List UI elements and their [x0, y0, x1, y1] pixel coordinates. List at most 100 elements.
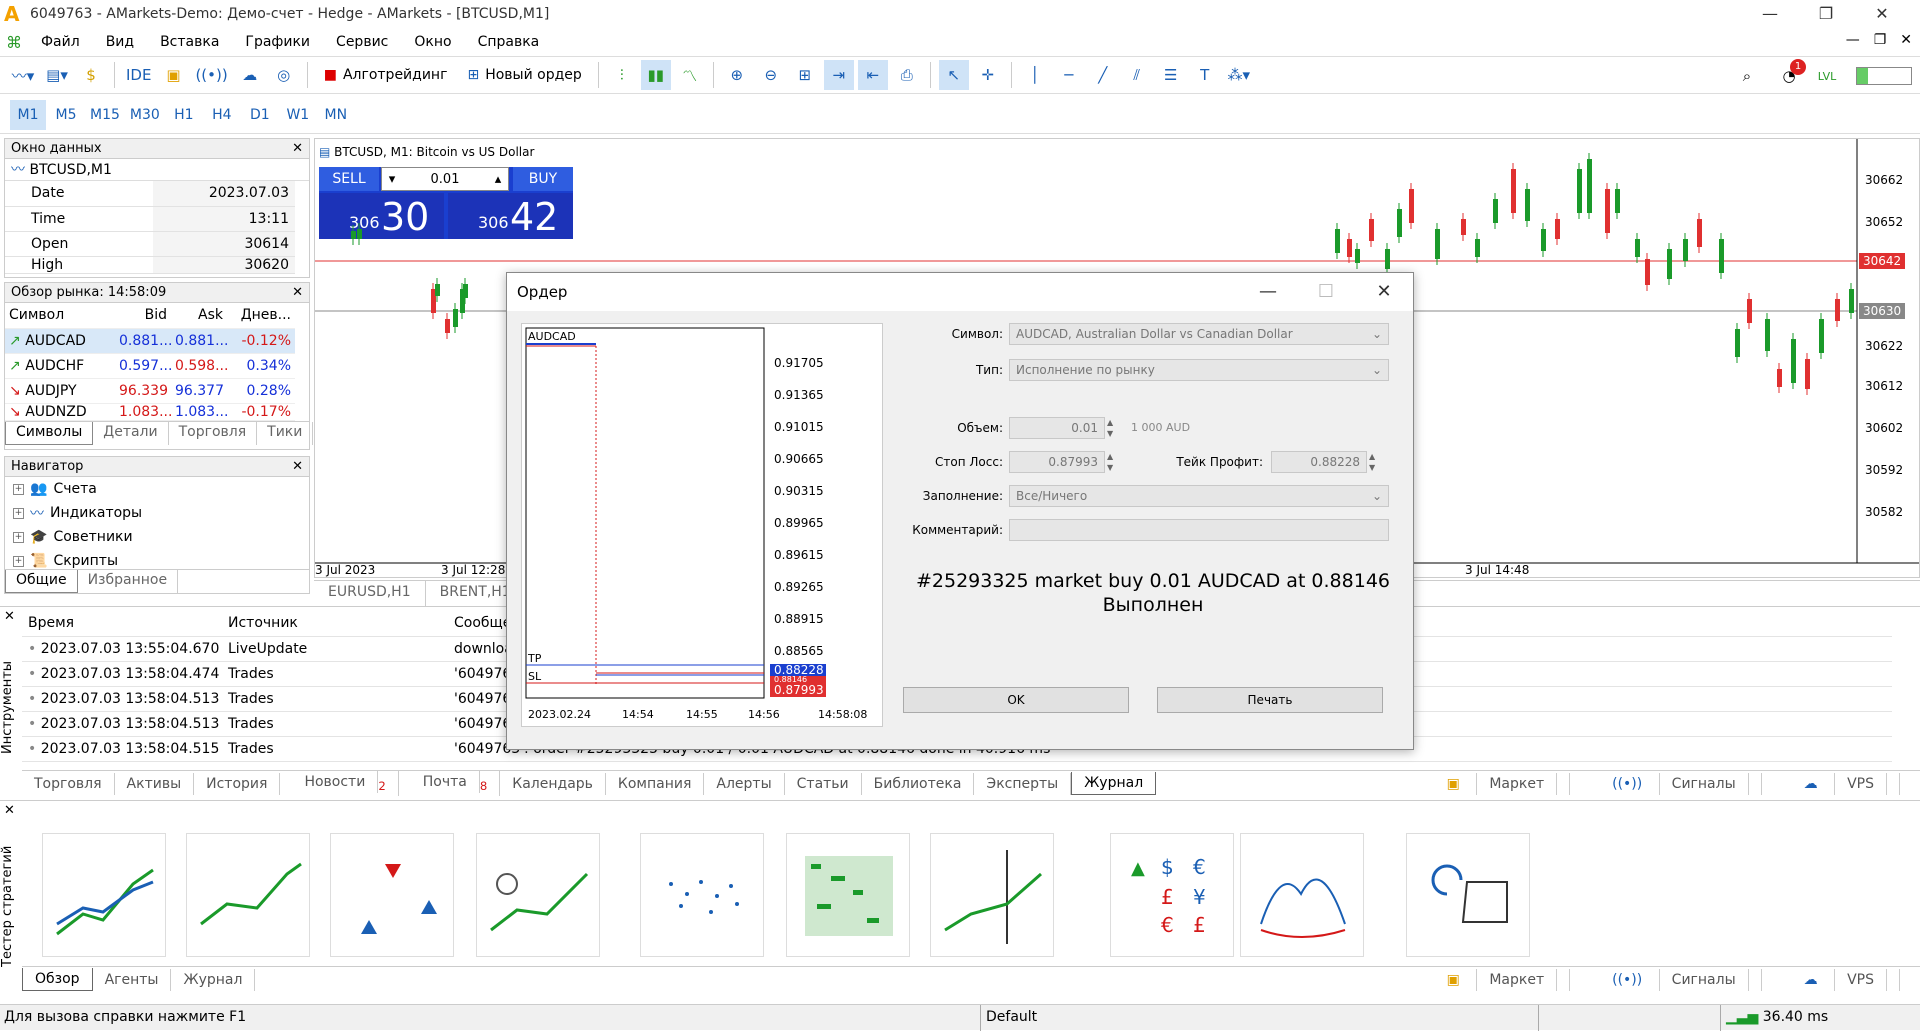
tester-card-symbols[interactable]: ▲ $ € £ ¥ € £	[1110, 833, 1234, 957]
tf-h4[interactable]: H4	[204, 100, 240, 130]
table-row[interactable]: ↘ AUDJPY 96.339 96.377 0.28%	[5, 378, 295, 404]
market-link[interactable]: ▣ Маркет	[1423, 968, 1571, 991]
close-icon[interactable]: ✕	[292, 139, 303, 159]
table-row[interactable]: ↘ AUDNZD 1.083... 1.083... -0.17%	[5, 403, 295, 421]
cloud-icon[interactable]: ☁	[235, 60, 265, 90]
zoom-out-icon[interactable]: ⊖	[756, 60, 786, 90]
signals-link[interactable]: ((•)) Сигналы	[1588, 968, 1762, 991]
zoom-in-icon[interactable]: ⊕	[722, 60, 752, 90]
horizontal-line-icon[interactable]: ─	[1054, 60, 1084, 90]
tab-symbols[interactable]: Символы	[5, 421, 94, 445]
signal-icon[interactable]: ((•))	[192, 60, 230, 90]
chart-type-icon[interactable]: 〰▾	[8, 60, 38, 90]
tab-favorites[interactable]: Избранное	[78, 570, 179, 593]
tab-company[interactable]: Компания	[606, 772, 705, 795]
close-icon[interactable]: ✕	[4, 609, 15, 624]
tab-articles[interactable]: Статьи	[785, 772, 862, 795]
expand-icon[interactable]: +	[13, 507, 24, 519]
tab-agents[interactable]: Агенты	[93, 968, 172, 991]
tab-trade[interactable]: Торговля	[22, 772, 115, 795]
ok-button[interactable]: OK	[903, 687, 1129, 713]
channel-icon[interactable]: ⫽	[1122, 60, 1152, 90]
tf-m5[interactable]: M5	[48, 100, 84, 130]
tester-card-open[interactable]	[1406, 833, 1530, 957]
menu-tools[interactable]: Сервис	[323, 34, 401, 50]
close-icon[interactable]: ✕	[1854, 0, 1910, 28]
tester-card-stress[interactable]	[476, 833, 600, 957]
cursor-icon[interactable]: ↖	[938, 60, 969, 90]
signals-link[interactable]: ((•)) Сигналы	[1588, 772, 1762, 795]
dollar-icon[interactable]: $	[76, 60, 106, 90]
tf-h1[interactable]: H1	[166, 100, 202, 130]
line-icon[interactable]: 〽	[675, 60, 705, 90]
tab-alerts[interactable]: Алерты	[704, 772, 785, 795]
tester-card-visual[interactable]	[330, 833, 454, 957]
mdi-close-icon[interactable]: ✕	[1900, 32, 1912, 48]
tab-experts[interactable]: Эксперты	[974, 772, 1072, 795]
restore-icon[interactable]: ❐	[1798, 0, 1854, 28]
close-icon[interactable]: ✕	[292, 283, 303, 303]
close-icon[interactable]: ✕	[292, 457, 303, 477]
templates-icon[interactable]: ▤▾	[42, 60, 72, 90]
tester-card-forward[interactable]	[930, 833, 1054, 957]
market-link[interactable]: ▣ Маркет	[1423, 772, 1571, 795]
screenshot-icon[interactable]: ⎙	[892, 60, 922, 90]
tf-mn[interactable]: MN	[318, 100, 354, 130]
tab-mail[interactable]: Почта 8	[399, 771, 501, 796]
tab-details[interactable]: Детали	[93, 421, 169, 445]
bars-icon[interactable]: ⫶	[607, 60, 637, 90]
vps-link[interactable]: ☁ VPS	[1780, 772, 1900, 795]
grid-icon[interactable]: ⊞	[790, 60, 820, 90]
text-icon[interactable]: T	[1190, 60, 1220, 90]
chart-shift-icon[interactable]: ⇤	[857, 60, 888, 90]
nav-item-indicators[interactable]: + 〰 Индикаторы	[5, 501, 309, 525]
tester-card-single[interactable]	[42, 833, 166, 957]
vps-link[interactable]: ☁ VPS	[1780, 968, 1900, 991]
minimize-icon[interactable]: —	[1742, 0, 1798, 28]
menu-view[interactable]: Вид	[93, 34, 147, 50]
candles-icon[interactable]: ▮▮	[640, 60, 671, 90]
tester-card-3d[interactable]	[1240, 833, 1364, 957]
expand-icon[interactable]: +	[13, 531, 24, 543]
mdi-minimize-icon[interactable]: —	[1846, 32, 1860, 48]
nav-item-experts[interactable]: + 🎓 Советники	[5, 525, 309, 549]
tab-calendar[interactable]: Календарь	[500, 772, 606, 795]
print-button[interactable]: Печать	[1157, 687, 1383, 713]
algo-trading-button[interactable]: ■ Алготрейдинг	[316, 60, 456, 90]
close-icon[interactable]: ✕	[1355, 273, 1413, 311]
table-row[interactable]: ↗ AUDCHF 0.597... 0.598... 0.34%	[5, 353, 295, 379]
tester-card-math[interactable]	[640, 833, 764, 957]
tab-library[interactable]: Библиотека	[862, 772, 975, 795]
vertical-line-icon[interactable]: │	[1020, 60, 1050, 90]
tester-card-optimization[interactable]	[786, 833, 910, 957]
menu-window[interactable]: Окно	[401, 34, 464, 50]
mdi-restore-icon[interactable]: ❐	[1874, 32, 1887, 48]
fibo-icon[interactable]: ☰	[1156, 60, 1186, 90]
vps-icon[interactable]: ◎	[269, 60, 299, 90]
close-icon[interactable]: ✕	[4, 803, 15, 818]
search-icon[interactable]: ⌕	[1732, 61, 1762, 91]
trendline-icon[interactable]: ╱	[1088, 60, 1118, 90]
tab-ticks[interactable]: Тики	[257, 421, 314, 445]
tf-d1[interactable]: D1	[242, 100, 278, 130]
tab-overview[interactable]: Обзор	[22, 968, 93, 991]
tf-m1[interactable]: M1	[10, 99, 46, 130]
shapes-icon[interactable]: ⁂▾	[1224, 60, 1254, 90]
tab-assets[interactable]: Активы	[115, 772, 195, 795]
tab-history[interactable]: История	[194, 772, 281, 795]
menu-charts[interactable]: Графики	[232, 34, 323, 50]
bag-icon[interactable]: ▣	[158, 60, 188, 90]
tab-common[interactable]: Общие	[5, 570, 78, 593]
ide-button[interactable]: IDE	[123, 60, 154, 90]
tester-card-indicators[interactable]	[186, 833, 310, 957]
menu-insert[interactable]: Вставка	[147, 34, 232, 50]
tab-tester-journal[interactable]: Журнал	[171, 968, 256, 991]
tf-m15[interactable]: M15	[86, 100, 124, 130]
new-order-button[interactable]: ⊞ Новый ордер	[459, 60, 589, 90]
table-row[interactable]: ↗ AUDCAD 0.881... 0.881... -0.12%	[5, 328, 295, 354]
menu-help[interactable]: Справка	[465, 34, 553, 50]
expand-icon[interactable]: +	[13, 555, 24, 567]
expand-icon[interactable]: +	[13, 483, 24, 495]
tf-m30[interactable]: M30	[126, 100, 164, 130]
minimize-icon[interactable]: —	[1239, 273, 1297, 311]
